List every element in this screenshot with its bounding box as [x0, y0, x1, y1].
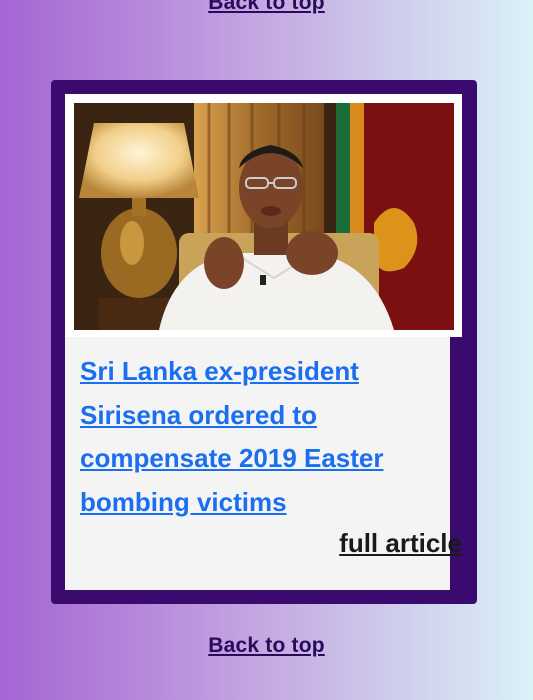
- article-headline-link[interactable]: Sri Lanka ex-president Sirisena ordered …: [80, 350, 445, 524]
- article-image[interactable]: [74, 103, 454, 330]
- back-to-top-link[interactable]: Back to top: [0, 634, 533, 658]
- article-image-frame: [65, 94, 462, 337]
- full-article-link[interactable]: full article: [339, 528, 462, 559]
- article-photo-illustration: [74, 103, 454, 330]
- news-card-body: Sri Lanka ex-president Sirisena ordered …: [65, 94, 462, 590]
- back-to-top-link[interactable]: Back to top: [0, 0, 533, 15]
- news-card: Sri Lanka ex-president Sirisena ordered …: [51, 80, 477, 604]
